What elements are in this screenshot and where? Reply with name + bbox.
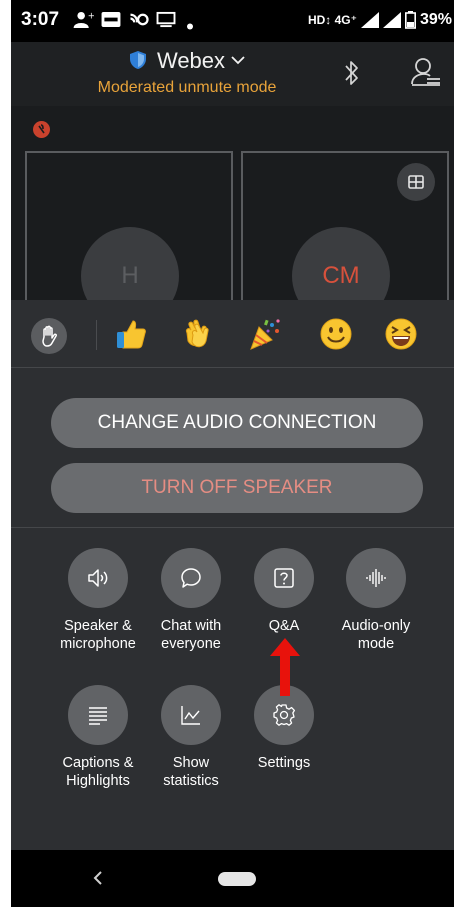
moderated-mode-label: Moderated unmute mode [97, 79, 277, 96]
audio-only-mode-option[interactable]: Audio-only mode [329, 548, 423, 653]
menu-label: Captions & Highlights [62, 755, 134, 789]
more-options-sheet: CHANGE AUDIO CONNECTION TURN OFF SPEAKER… [11, 300, 454, 850]
grid-layout-icon [408, 175, 424, 189]
phone-screen: 3:07 + HD↕ 4G⁺ 39% Webex Moderated unmut… [11, 0, 454, 907]
meeting-header: Webex Moderated unmute mode [11, 42, 454, 106]
cast-app-icon [130, 13, 149, 26]
signal-icon [360, 12, 379, 28]
captions-highlights-option[interactable]: Captions & Highlights [51, 685, 145, 790]
raise-hand-button[interactable] [31, 318, 67, 354]
dot-indicator-icon [187, 23, 193, 30]
smile-emoji-icon[interactable] [319, 317, 353, 351]
chevron-down-icon [231, 56, 245, 65]
layout-toggle-button[interactable] [397, 163, 435, 201]
home-pill-button[interactable] [218, 872, 256, 886]
chat-icon [181, 568, 201, 588]
battery-icon [404, 11, 416, 29]
menu-label: Show statistics [163, 755, 219, 789]
speaker-microphone-option[interactable]: Speaker & microphone [51, 548, 145, 653]
clapping-hands-icon[interactable] [181, 317, 215, 351]
thumbs-up-icon[interactable] [114, 317, 148, 351]
back-chevron-icon[interactable] [92, 868, 104, 888]
change-audio-connection-button[interactable]: CHANGE AUDIO CONNECTION [51, 398, 423, 448]
show-statistics-option[interactable]: Show statistics [144, 685, 238, 790]
laughing-emoji-icon[interactable] [384, 317, 418, 351]
menu-label: Speaker & microphone [60, 618, 136, 652]
party-popper-icon[interactable] [248, 317, 282, 351]
settings-option[interactable]: Settings [237, 685, 331, 772]
bluetooth-icon[interactable] [342, 58, 362, 88]
status-time: 3:07 [21, 9, 60, 30]
speaker-icon [88, 569, 108, 587]
android-nav-bar [11, 850, 454, 907]
annotation-arrow-icon [270, 638, 300, 696]
muted-indicator-icon [33, 121, 50, 138]
menu-label: Chat with everyone [160, 618, 222, 652]
gear-icon [273, 704, 296, 726]
network-type: HD↕ 4G⁺ [307, 13, 357, 27]
audio-waveform-icon [366, 569, 386, 587]
qa-option[interactable]: Q&A [237, 548, 331, 635]
screen-icon [156, 11, 176, 28]
meeting-title: Webex [156, 48, 226, 73]
meeting-title-dropdown[interactable]: Webex [11, 48, 363, 74]
signal-icon-2 [382, 12, 401, 28]
statistics-icon [181, 706, 200, 725]
captions-icon [89, 707, 107, 725]
raise-hand-icon [42, 325, 57, 347]
participant-tile[interactable]: H [25, 151, 233, 325]
person-add-icon: + [73, 12, 95, 28]
status-bar: 3:07 + HD↕ 4G⁺ 39% [11, 0, 454, 42]
question-icon [274, 568, 294, 588]
video-grid: H CM [11, 106, 454, 325]
app-notification-icon [101, 11, 121, 28]
turn-off-speaker-button[interactable]: TURN OFF SPEAKER [51, 463, 423, 513]
battery-percent: 39% [419, 11, 452, 28]
menu-label: Settings [257, 755, 311, 771]
reaction-divider [96, 320, 97, 350]
shield-icon [129, 51, 146, 69]
reactions-bar [11, 300, 454, 368]
section-divider [11, 527, 454, 528]
chat-option[interactable]: Chat with everyone [144, 548, 238, 653]
menu-label: Audio-only mode [341, 618, 411, 652]
participants-icon[interactable] [411, 56, 441, 88]
svg-text:+: + [88, 12, 95, 22]
participant-tile[interactable]: CM [241, 151, 449, 325]
menu-label: Q&A [268, 618, 300, 634]
